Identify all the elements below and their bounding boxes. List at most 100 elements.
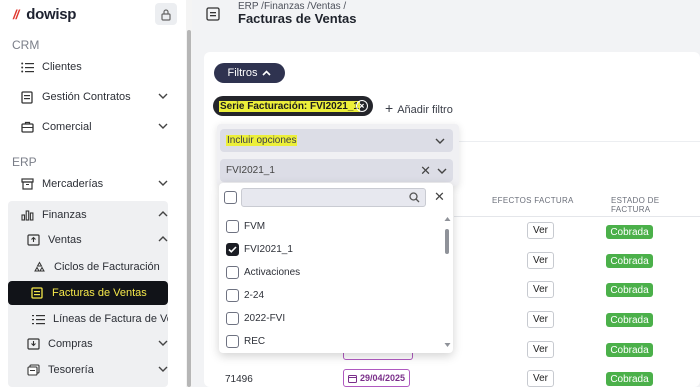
chevron-down-icon: [158, 93, 168, 99]
plus-icon: +: [385, 100, 394, 116]
chevron-down-icon: [158, 180, 168, 186]
calendar-icon: [348, 374, 357, 383]
sidebar-item-facturas-ventas[interactable]: Facturas de Ventas: [8, 281, 168, 305]
include-options-label: Incluir opciones: [226, 135, 298, 146]
scroll-down-icon[interactable]: [444, 342, 451, 348]
list-icon: [20, 60, 34, 74]
sidebar-scroll-thumb[interactable]: [187, 30, 191, 387]
sidebar-item-gestion-contratos[interactable]: Gestión Contratos: [0, 85, 180, 109]
sidebar-item-tesoreria[interactable]: Tesorería: [0, 358, 180, 382]
ver-button[interactable]: Ver: [527, 222, 554, 239]
list-icon: [32, 312, 45, 326]
check-icon: [228, 246, 237, 253]
chevron-up-icon: [262, 70, 272, 76]
chevron-up-icon: [158, 211, 168, 217]
sidebar-item-label: Ventas: [48, 234, 82, 246]
status-badge: Cobrada: [606, 283, 653, 297]
divider: [454, 216, 700, 217]
remove-filter-icon[interactable]: [356, 100, 368, 112]
active-filter-chip[interactable]: Serie Facturación: FVI2021_1: [213, 96, 373, 116]
sidebar-item-lineas-factura[interactable]: Líneas de Factura de Ver: [0, 307, 168, 331]
page-title: Facturas de Ventas: [238, 11, 357, 26]
options-search-input[interactable]: [241, 188, 426, 207]
status-badge: Cobrada: [606, 225, 653, 239]
option-checkbox[interactable]: [226, 335, 239, 348]
chevron-down-icon: [158, 123, 168, 129]
sidebar-item-label: Compras: [48, 338, 93, 350]
serie-select[interactable]: FVI2021_1 ✕: [220, 159, 453, 182]
sidebar-item-label: Gestión Contratos: [42, 91, 131, 103]
select-all-checkbox[interactable]: [224, 191, 237, 204]
divider: [454, 141, 700, 142]
option-checkbox[interactable]: [226, 266, 239, 279]
status-badge: Cobrada: [606, 254, 653, 268]
sidebar-item-label: Comercial: [42, 121, 92, 133]
contract-icon: [20, 90, 34, 104]
option-checkbox[interactable]: [226, 220, 239, 233]
option-checkbox[interactable]: [226, 312, 239, 325]
sidebar-item-label: Clientes: [42, 61, 82, 73]
option-label: FVI2021_1: [244, 244, 293, 255]
section-erp: ERP: [12, 155, 37, 169]
lock-sidebar-button[interactable]: [155, 3, 177, 25]
inbox-download-icon: [26, 337, 40, 351]
option-label: Activaciones: [244, 267, 301, 278]
filter-chip-label: Serie Facturación: FVI2021_1: [219, 100, 360, 112]
inbox-upload-icon: [26, 233, 40, 247]
status-badge: Cobrada: [606, 372, 653, 386]
chevron-down-icon: [158, 340, 168, 346]
option-checkbox-checked[interactable]: [226, 243, 239, 256]
chevron-down-icon: [158, 366, 168, 372]
section-crm: CRM: [12, 38, 40, 52]
invoice-icon: [206, 7, 220, 21]
sidebar-item-finanzas[interactable]: Finanzas: [0, 203, 180, 227]
sidebar-item-clientes[interactable]: Clientes: [0, 55, 180, 79]
sidebar-item-ventas[interactable]: Ventas: [0, 228, 180, 252]
ver-button[interactable]: Ver: [527, 370, 554, 387]
close-options-icon[interactable]: ✕: [434, 189, 445, 205]
box-icon: [20, 177, 34, 191]
option-label: REC: [244, 336, 266, 347]
ver-button[interactable]: Ver: [527, 281, 554, 298]
date-chip: 29/04/2025: [343, 369, 411, 387]
clear-selection-icon[interactable]: ✕: [420, 163, 431, 179]
logo-mark: //: [13, 7, 19, 22]
recycle-icon: [32, 260, 46, 274]
ver-button[interactable]: Ver: [527, 252, 554, 269]
invoice-icon: [30, 286, 44, 300]
serie-selected-value: FVI2021_1: [226, 165, 275, 176]
scroll-up-icon[interactable]: [444, 216, 451, 222]
logo: // dowisp: [13, 6, 76, 23]
bar-chart-icon: [20, 208, 34, 222]
filters-toggle-label: Filtros: [227, 67, 258, 79]
add-filter-button[interactable]: + Añadir filtro: [385, 100, 453, 116]
date-text: 29/04/2025: [360, 373, 406, 383]
logo-text: dowisp: [26, 6, 77, 23]
ver-button[interactable]: Ver: [527, 311, 554, 328]
briefcase-icon: [20, 120, 34, 134]
add-filter-label: Añadir filtro: [397, 104, 453, 116]
invoice-id: 71496: [225, 374, 253, 385]
sidebar-item-label: Tesorería: [48, 364, 94, 376]
option-checkbox[interactable]: [226, 289, 239, 302]
filters-toggle-button[interactable]: Filtros: [214, 63, 285, 83]
chevron-down-icon: [435, 138, 445, 144]
sidebar-item-compras[interactable]: Compras: [0, 332, 180, 356]
sidebar-item-label: Facturas de Ventas: [52, 287, 147, 299]
documents-icon: [26, 363, 40, 377]
option-label: FVM: [244, 221, 266, 232]
sidebar-item-ciclos-facturacion[interactable]: Ciclos de Facturación: [0, 255, 180, 279]
status-badge: Cobrada: [606, 313, 653, 327]
options-scroll-thumb[interactable]: [445, 229, 449, 254]
chevron-down-icon[interactable]: [437, 166, 447, 176]
include-options-select[interactable]: Incluir opciones: [220, 129, 453, 152]
search-icon: [409, 192, 420, 203]
sidebar: // dowisp CRM Clientes Gestión Contratos…: [0, 0, 186, 387]
sidebar-item-mercaderias[interactable]: Mercaderías: [0, 172, 180, 196]
status-badge: Cobrada: [606, 343, 653, 357]
sidebar-item-label: Ciclos de Facturación: [54, 261, 160, 273]
sidebar-item-label: Líneas de Factura de Ver: [53, 313, 168, 325]
sidebar-item-comercial[interactable]: Comercial: [0, 115, 180, 139]
sidebar-item-label: Finanzas: [42, 209, 87, 221]
ver-button[interactable]: Ver: [527, 341, 554, 358]
